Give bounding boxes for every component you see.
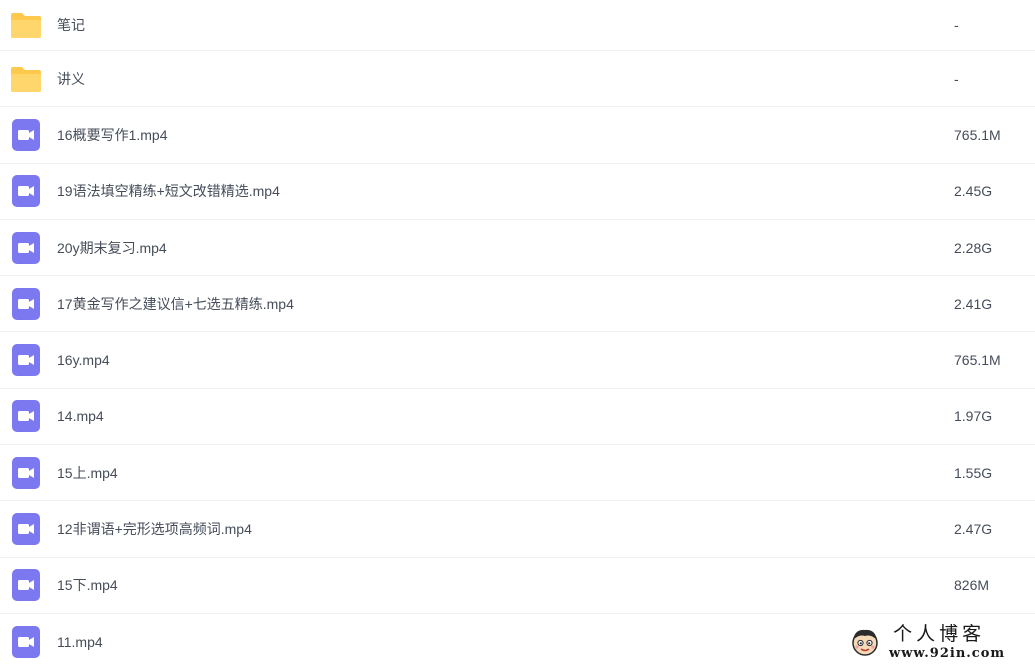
video-file-icon [10, 625, 42, 658]
mascot-logo-icon [849, 626, 881, 658]
file-size: - [954, 70, 959, 87]
video-file-icon [10, 513, 42, 546]
video-file-icon [10, 400, 42, 433]
file-list: 笔记 - 讲义 - 16概要写作1.mp4 765.1M 19语法填空精练+短文… [0, 0, 1035, 666]
file-row[interactable]: 19语法填空精练+短文改错精选.mp4 2.45G [0, 164, 1035, 220]
file-row[interactable]: 16概要写作1.mp4 765.1M [0, 107, 1035, 164]
file-size: 2.47G [954, 521, 993, 538]
file-name[interactable]: 15上.mp4 [57, 463, 118, 483]
file-row[interactable]: 15上.mp4 1.55G [0, 445, 1035, 502]
file-row[interactable]: 17黄金写作之建议信+七选五精练.mp4 2.41G [0, 276, 1035, 333]
file-row[interactable]: 20y期末复习.mp4 2.28G [0, 220, 1035, 277]
video-file-icon [10, 175, 42, 208]
file-name[interactable]: 11.mp4 [57, 634, 103, 650]
video-file-icon [10, 456, 42, 489]
file-name[interactable]: 16y.mp4 [57, 352, 110, 368]
file-size: 1.97G [954, 408, 993, 425]
video-file-icon [10, 118, 42, 151]
video-file-icon [10, 287, 42, 320]
watermark-text: 个人博客 www.92in.com [889, 622, 1006, 661]
watermark-title: 个人博客 [893, 622, 986, 645]
video-file-icon [10, 231, 42, 264]
file-row[interactable]: 15下.mp4 826M [0, 558, 1035, 614]
file-size: 2.41G [954, 295, 993, 312]
file-row[interactable]: 笔记 - [0, 0, 1035, 51]
file-size: 765.1M [954, 352, 1001, 369]
file-name[interactable]: 笔记 [57, 15, 85, 35]
folder-icon [10, 9, 42, 41]
file-row[interactable]: 12非谓语+完形选项高频词.mp4 2.47G [0, 501, 1035, 558]
file-name[interactable]: 20y期末复习.mp4 [57, 238, 167, 258]
file-size: 765.1M [954, 126, 1001, 143]
file-size: - [954, 17, 959, 33]
file-size: 2.28G [954, 239, 993, 256]
watermark-url: www.92in.com [889, 645, 1006, 661]
file-name[interactable]: 15下.mp4 [57, 575, 118, 595]
file-row[interactable]: 14.mp4 1.97G [0, 389, 1035, 446]
file-size: 2.45G [954, 183, 993, 200]
file-name[interactable]: 17黄金写作之建议信+七选五精练.mp4 [57, 294, 294, 314]
file-row[interactable]: 16y.mp4 765.1M [0, 332, 1035, 389]
video-file-icon [10, 569, 42, 602]
video-file-icon [10, 344, 42, 377]
file-name[interactable]: 19语法填空精练+短文改错精选.mp4 [57, 181, 280, 201]
file-name[interactable]: 16概要写作1.mp4 [57, 125, 167, 145]
file-name[interactable]: 讲义 [57, 69, 85, 89]
file-row[interactable]: 讲义 - [0, 51, 1035, 108]
file-name[interactable]: 14.mp4 [57, 408, 104, 424]
site-watermark: 个人博客 www.92in.com [841, 622, 1031, 662]
folder-icon [10, 63, 42, 95]
file-size: 1.55G [954, 464, 993, 481]
file-name[interactable]: 12非谓语+完形选项高频词.mp4 [57, 519, 252, 539]
file-size: 826M [954, 577, 990, 594]
